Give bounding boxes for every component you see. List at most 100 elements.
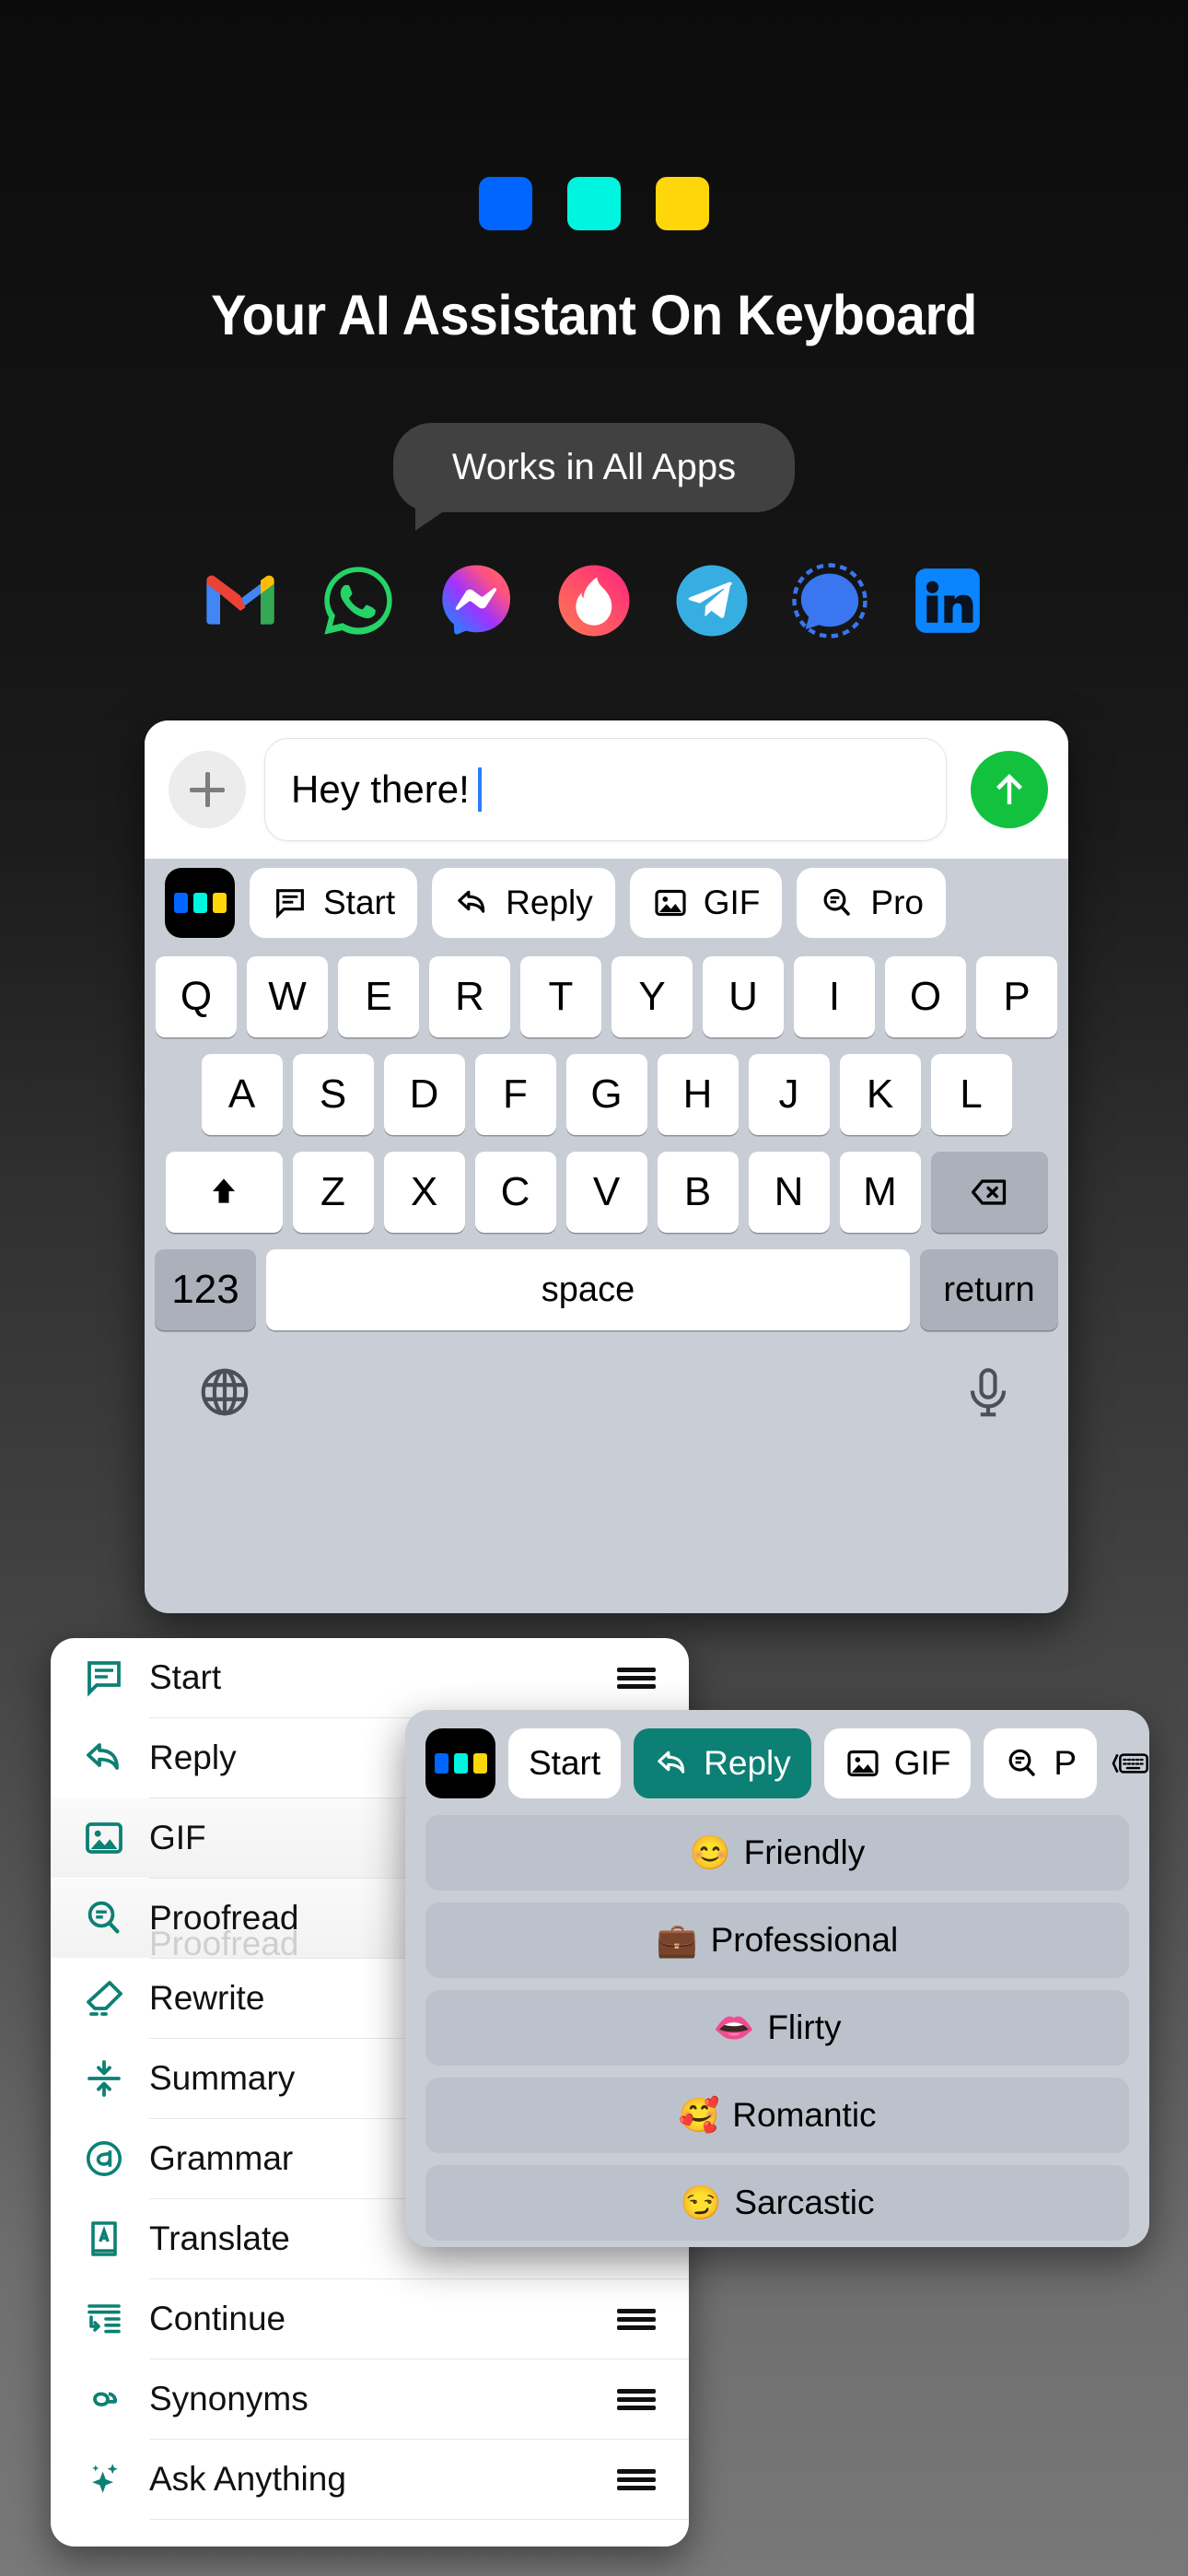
- key-F[interactable]: F: [474, 1054, 556, 1135]
- key-H[interactable]: H: [657, 1054, 739, 1135]
- key-V[interactable]: V: [565, 1152, 647, 1233]
- chat-bubble-lines-icon: [82, 1656, 137, 1700]
- tone-toolbar-reply[interactable]: Reply: [634, 1728, 811, 1798]
- tone-option-friendly[interactable]: 😊 Friendly: [425, 1815, 1129, 1891]
- tone-toolbar-label: Start: [529, 1744, 601, 1782]
- app-logo-icon[interactable]: [425, 1728, 495, 1798]
- toolbar-button-proofread[interactable]: Pro: [797, 868, 946, 938]
- ai-toolbar: Start Reply GIF Pro: [145, 859, 1068, 947]
- key-A[interactable]: A: [201, 1054, 283, 1135]
- toolbar-button-start[interactable]: Start: [250, 868, 418, 938]
- key-N[interactable]: N: [748, 1152, 830, 1233]
- toolbar-button-reply[interactable]: Reply: [432, 868, 615, 938]
- keyboard-row-3: ZXCVBNM: [155, 1152, 1058, 1233]
- magnifier-lines-icon: [824, 888, 851, 916]
- works-in-all-apps-bubble: Works in All Apps: [0, 423, 1188, 531]
- key-W[interactable]: W: [247, 956, 328, 1037]
- tone-option-label: Romantic: [732, 2096, 877, 2134]
- plus-icon[interactable]: [169, 751, 246, 828]
- key-X[interactable]: X: [383, 1152, 465, 1233]
- linkedin-icon: [907, 560, 988, 641]
- tone-toolbar-start[interactable]: Start: [508, 1728, 622, 1798]
- tone-toolbar-proofread[interactable]: P: [984, 1728, 1098, 1798]
- drag-handle-icon[interactable]: [617, 2467, 656, 2491]
- key-E[interactable]: E: [338, 956, 419, 1037]
- reply-arrow-icon: [87, 1743, 119, 1770]
- menu-item-start[interactable]: Start: [51, 1638, 689, 1717]
- bubble-label: Works in All Apps: [451, 447, 737, 487]
- shift-key[interactable]: [165, 1152, 283, 1233]
- key-S[interactable]: S: [292, 1054, 374, 1135]
- translate-book-icon: [91, 2221, 117, 2256]
- keyboard-keys: QWERTYUIOP ASDFGHJKL ZXCVBNM 123 space r…: [145, 947, 1068, 1330]
- menu-item-ask-anything[interactable]: Ask Anything: [51, 2440, 689, 2519]
- keyboard-row-2: ASDFGHJKL: [155, 1054, 1058, 1135]
- tone-option-label: Sarcastic: [734, 2184, 875, 2221]
- send-button[interactable]: [971, 751, 1048, 828]
- drag-handle-icon[interactable]: [617, 1666, 656, 1690]
- menu-item-label: Synonyms: [149, 2380, 309, 2418]
- text-caret: [477, 767, 482, 812]
- tone-option-sarcastic[interactable]: 😏 Sarcastic: [425, 2165, 1129, 2241]
- app-logo-icon[interactable]: [165, 868, 235, 938]
- key-Q[interactable]: Q: [156, 956, 237, 1037]
- key-L[interactable]: L: [930, 1054, 1012, 1135]
- tone-option-flirty[interactable]: 👄 Flirty: [425, 1990, 1129, 2066]
- backspace-key[interactable]: [930, 1152, 1048, 1233]
- tone-toolbar: Start Reply GIF P: [425, 1728, 1149, 1798]
- swatch-yellow: [656, 177, 709, 230]
- whatsapp-icon: [318, 560, 399, 641]
- message-input[interactable]: Hey there!: [264, 738, 947, 841]
- arrow-up-icon: [996, 774, 1022, 804]
- magnifier-lines-icon: [87, 1901, 120, 1934]
- microphone-icon[interactable]: [960, 1364, 1017, 1421]
- key-M[interactable]: M: [839, 1152, 921, 1233]
- keyboard-preview-card: Hey there! Start Reply GIF Pro QWERTYUIO…: [145, 720, 1068, 1613]
- reply-arrow-icon: [82, 1736, 137, 1780]
- key-G[interactable]: G: [565, 1054, 647, 1135]
- tone-toolbar-gif[interactable]: GIF: [823, 1728, 972, 1798]
- key-P[interactable]: P: [976, 956, 1057, 1037]
- key-I[interactable]: I: [794, 956, 875, 1037]
- return-key[interactable]: return: [920, 1249, 1058, 1330]
- toolbar-label: Reply: [506, 884, 593, 921]
- tone-selector-card: Start Reply GIF P 😊 Friendly 💼 Professional…: [405, 1710, 1149, 2247]
- menu-item-label: Continue: [149, 2300, 286, 2337]
- shift-arrow-icon: [213, 1178, 235, 1203]
- keyboard-row-1: QWERTYUIOP: [155, 956, 1058, 1037]
- key-J[interactable]: J: [748, 1054, 830, 1135]
- page-title: Your AI Assistant On Keyboard: [211, 284, 977, 346]
- synonyms-ae-icon: [82, 2377, 137, 2421]
- tone-options-list: 😊 Friendly 💼 Professional 👄 Flirty 🥰 Romantic 😏 S…: [425, 1815, 1129, 2241]
- eraser-icon: [87, 1981, 122, 2016]
- numbers-key[interactable]: 123: [155, 1249, 256, 1330]
- toolbar-button-gif[interactable]: GIF: [629, 868, 783, 938]
- tone-option-professional[interactable]: 💼 Professional: [425, 1903, 1129, 1978]
- key-Y[interactable]: Y: [611, 956, 693, 1037]
- toolbar-label: GIF: [703, 884, 761, 921]
- hide-keyboard-icon[interactable]: [1112, 1745, 1149, 1782]
- chat-bubble-lines-icon: [276, 889, 304, 919]
- key-R[interactable]: R: [429, 956, 510, 1037]
- key-O[interactable]: O: [885, 956, 966, 1037]
- tone-option-romantic[interactable]: 🥰 Romantic: [425, 2078, 1129, 2153]
- key-K[interactable]: K: [839, 1054, 921, 1135]
- space-key[interactable]: space: [266, 1249, 910, 1330]
- sparkle-icon: [82, 2457, 137, 2501]
- tone-emoji: 👄: [713, 2008, 755, 2046]
- drag-handle-icon[interactable]: [617, 2307, 656, 2331]
- key-D[interactable]: D: [383, 1054, 465, 1135]
- key-Z[interactable]: Z: [292, 1152, 374, 1233]
- chat-bubble-lines-icon: [87, 1661, 121, 1697]
- backspace-icon: [971, 1179, 1007, 1205]
- menu-item-synonyms[interactable]: Synonyms: [51, 2359, 689, 2439]
- tone-emoji: 💼: [656, 1921, 698, 1959]
- globe-icon[interactable]: [196, 1364, 253, 1421]
- grammar-circle-icon: [82, 2137, 137, 2181]
- key-C[interactable]: C: [474, 1152, 556, 1233]
- key-B[interactable]: B: [657, 1152, 739, 1233]
- key-U[interactable]: U: [703, 956, 784, 1037]
- drag-handle-icon[interactable]: [617, 2387, 656, 2411]
- menu-item-continue[interactable]: Continue: [51, 2279, 689, 2359]
- key-T[interactable]: T: [520, 956, 601, 1037]
